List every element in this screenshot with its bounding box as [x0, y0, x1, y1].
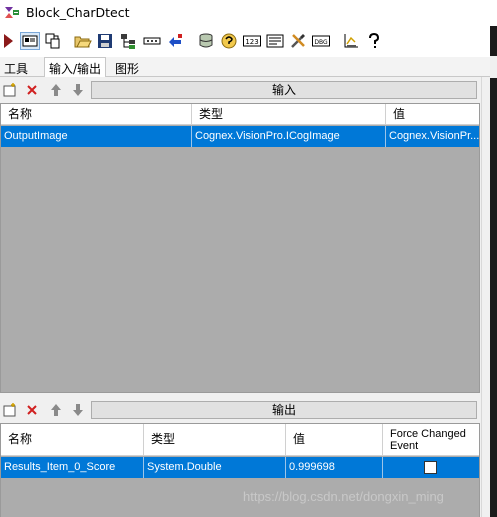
cell-type[interactable]: System.Double — [144, 457, 286, 478]
tab-strip: 工具 输入/输出 图形 — [0, 57, 490, 78]
list-icon[interactable] — [266, 32, 284, 50]
hierarchy-icon[interactable] — [119, 32, 137, 50]
cell-name[interactable]: Results_Item_0_Score — [1, 457, 144, 478]
force-changed-event-checkbox[interactable] — [424, 461, 437, 474]
help-text-icon[interactable] — [220, 32, 238, 50]
tab-input-output[interactable]: 输入/输出 — [44, 57, 107, 78]
input-grid-header: 名称 类型 值 — [1, 104, 479, 125]
app-icon — [3, 4, 20, 21]
table-row[interactable]: OutputImage Cognex.VisionPro.ICogImage C… — [1, 126, 479, 147]
column-header-value[interactable]: 值 — [286, 424, 383, 455]
tab-graphics[interactable]: 图形 — [111, 58, 143, 77]
window-title: Block_CharDtect — [26, 5, 130, 20]
value-123-icon[interactable]: 123 — [243, 32, 261, 50]
column-header-value[interactable]: 值 — [386, 104, 479, 124]
run-icon[interactable] — [0, 32, 18, 50]
cell-value[interactable]: Cognex.VisionPr... — [386, 126, 479, 147]
delete-icon[interactable] — [24, 402, 40, 418]
open-folder-icon[interactable] — [74, 32, 92, 50]
database-icon[interactable] — [197, 32, 215, 50]
output-button[interactable]: 输出 — [91, 401, 477, 419]
move-down-icon[interactable] — [70, 82, 86, 98]
column-header-name[interactable]: 名称 — [1, 104, 192, 124]
display-icon[interactable] — [20, 32, 40, 50]
svg-text:DBG: DBG — [314, 39, 328, 46]
move-down-icon[interactable] — [70, 402, 86, 418]
input-grid: 名称 类型 值 OutputImage Cognex.VisionPro.ICo… — [0, 103, 480, 393]
add-icon[interactable] — [2, 402, 18, 418]
watermark: https://blog.csdn.net/dongxin_ming — [243, 489, 444, 504]
move-up-icon[interactable] — [48, 82, 64, 98]
main-toolbar: 123 DBG — [0, 26, 490, 56]
input-button[interactable]: 输入 — [91, 81, 477, 99]
add-icon[interactable] — [2, 82, 18, 98]
input-toolbar: 输入 — [0, 78, 482, 102]
tools-icon[interactable] — [289, 32, 307, 50]
tab-tools[interactable]: 工具 — [0, 58, 32, 77]
table-row[interactable]: Results_Item_0_Score System.Double 0.999… — [1, 457, 479, 478]
output-grid-header: 名称 类型 值 Force Changed Event — [1, 424, 479, 456]
column-header-name[interactable]: 名称 — [1, 424, 144, 455]
column-header-type[interactable]: 类型 — [144, 424, 286, 455]
adjacent-window-edge — [490, 26, 497, 517]
question-icon[interactable] — [365, 32, 383, 50]
svg-text:123: 123 — [245, 38, 258, 46]
output-toolbar: 输出 — [0, 398, 482, 422]
replace-icon[interactable] — [44, 32, 62, 50]
chart-icon[interactable] — [342, 32, 360, 50]
dbg-icon[interactable]: DBG — [312, 32, 330, 50]
dots-icon[interactable] — [143, 32, 161, 50]
column-header-type[interactable]: 类型 — [192, 104, 386, 124]
move-up-icon[interactable] — [48, 402, 64, 418]
reset-icon[interactable] — [166, 32, 184, 50]
title-bar: Block_CharDtect — [0, 0, 497, 26]
cell-type[interactable]: Cognex.VisionPro.ICogImage — [192, 126, 386, 147]
save-icon[interactable] — [96, 32, 114, 50]
cell-value[interactable]: 0.999698 — [286, 457, 383, 478]
cell-name[interactable]: OutputImage — [1, 126, 192, 147]
cell-force-changed-event — [383, 457, 479, 478]
delete-icon[interactable] — [24, 82, 40, 98]
column-header-force-changed-event[interactable]: Force Changed Event — [383, 424, 479, 455]
vertical-scrollbar[interactable] — [481, 77, 490, 517]
io-panel: 输入 名称 类型 值 OutputImage Cognex.VisionPro.… — [0, 77, 482, 517]
